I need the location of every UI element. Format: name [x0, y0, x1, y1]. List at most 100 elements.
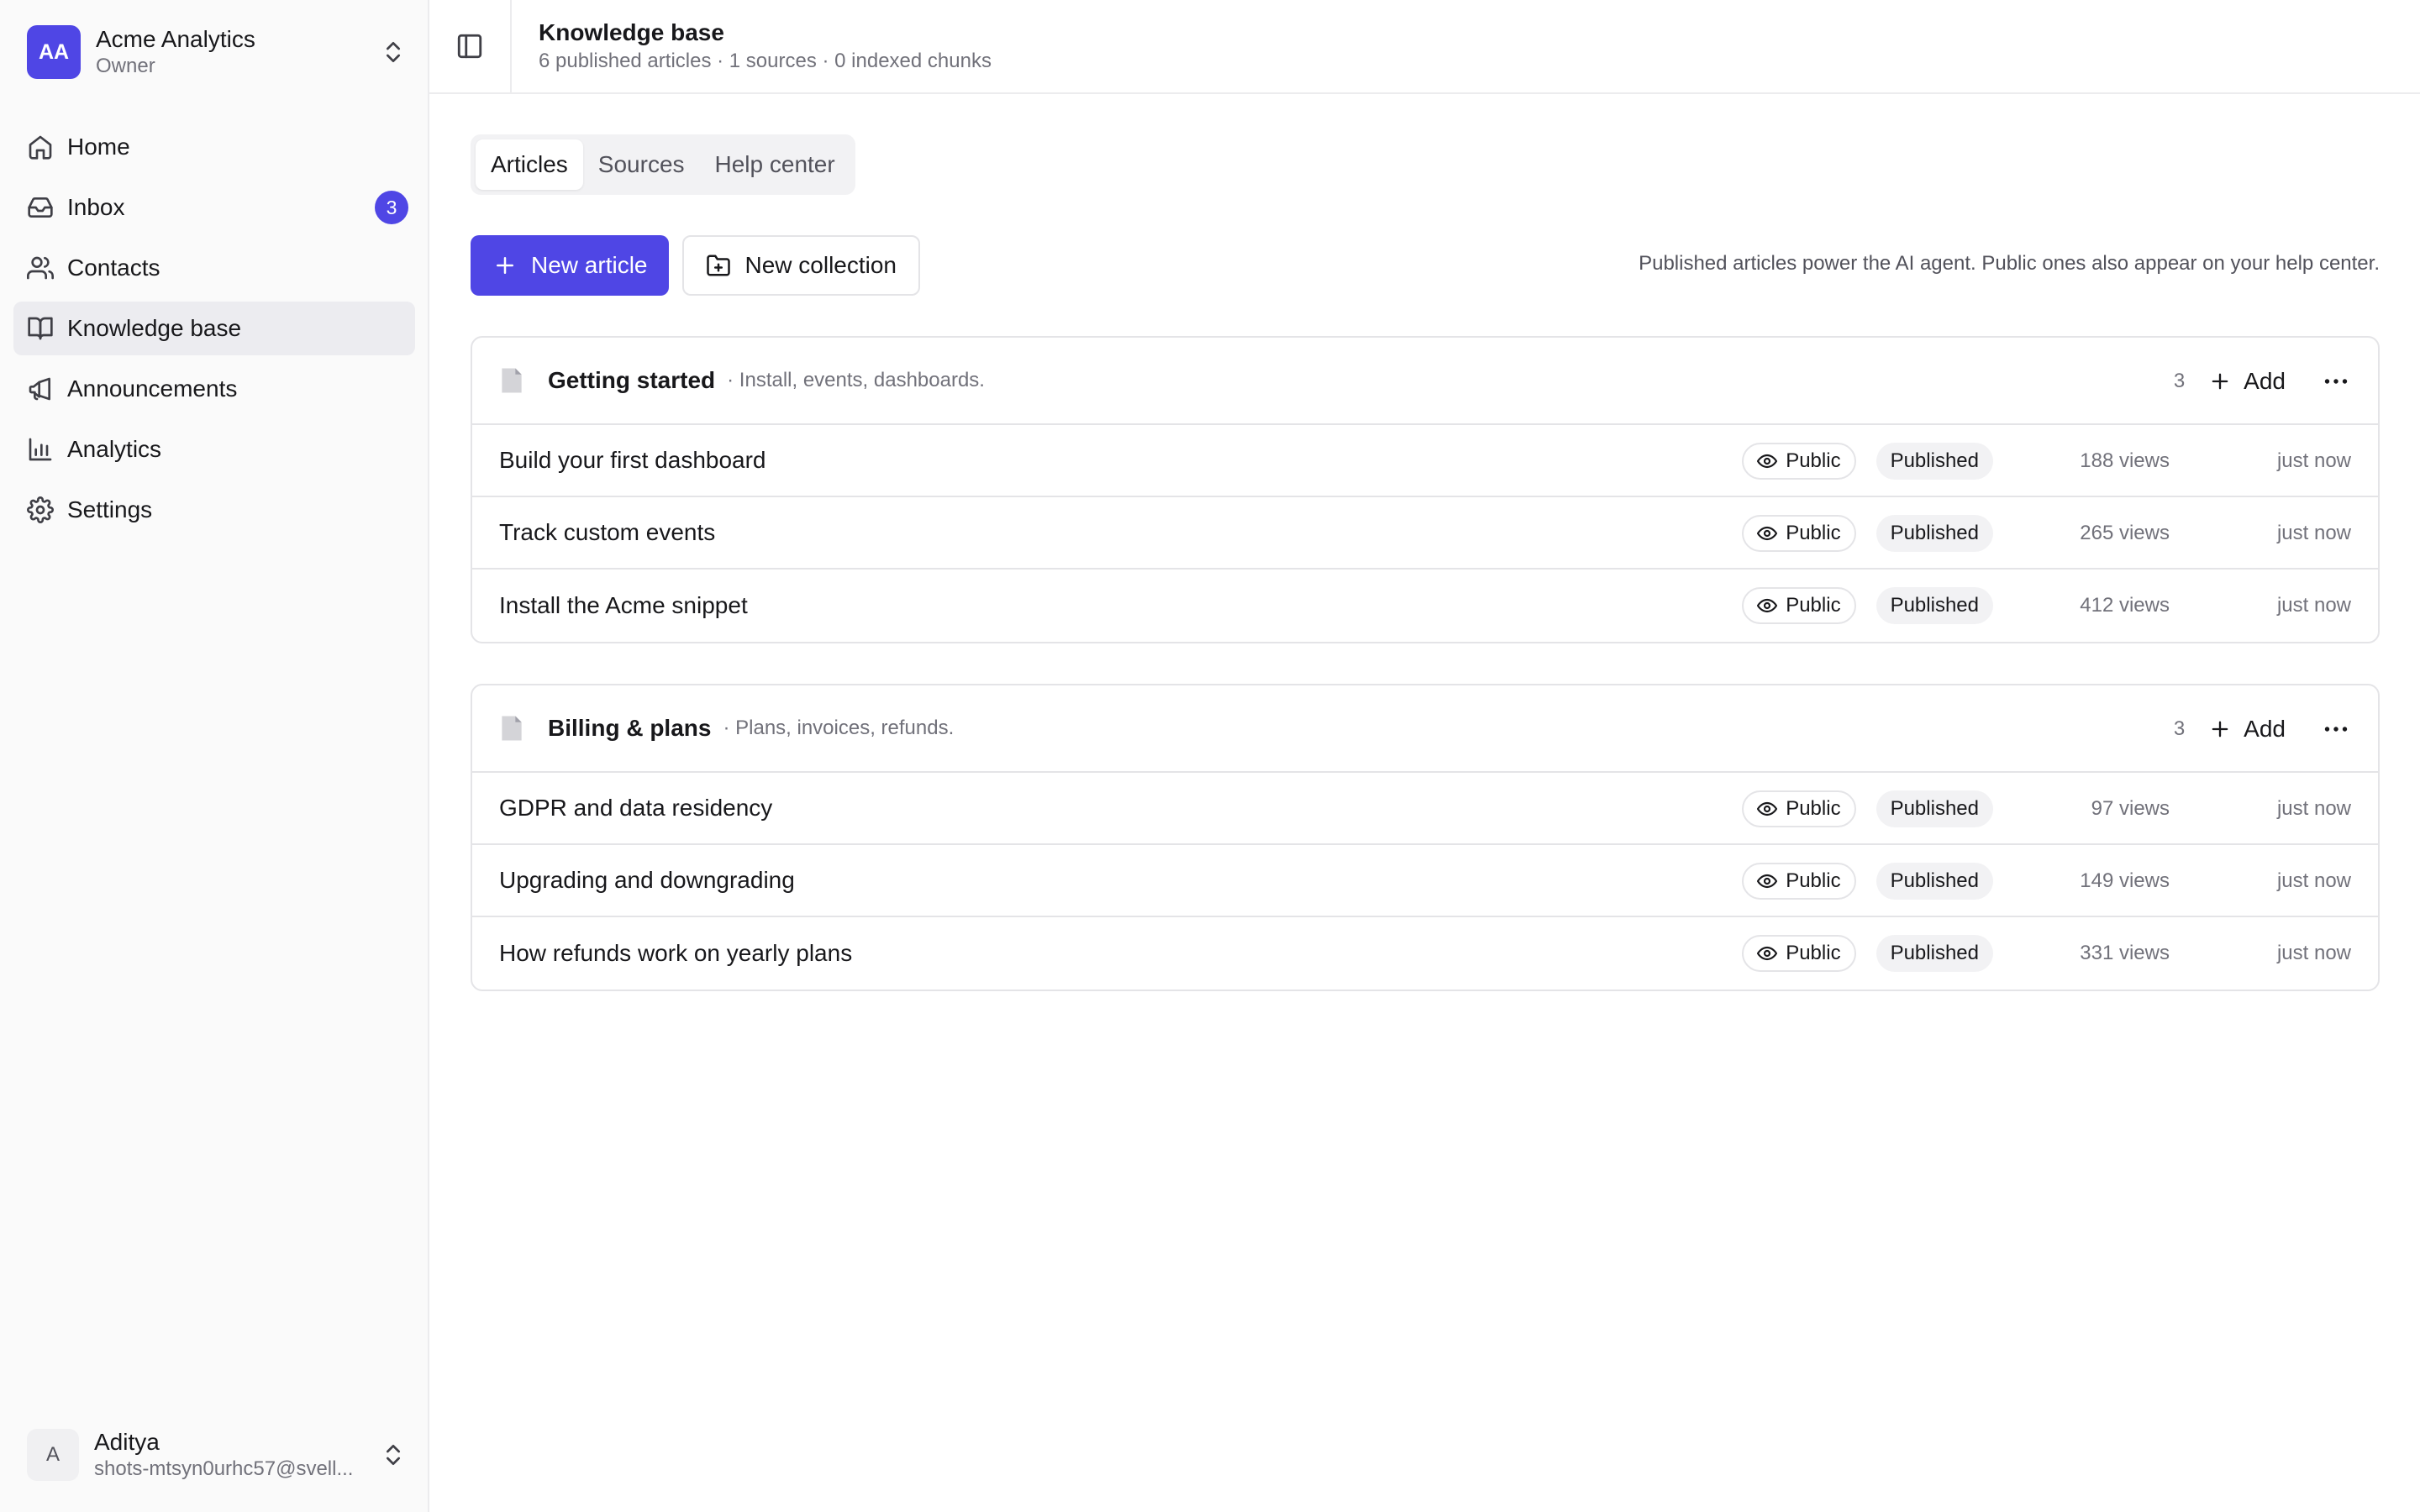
sidebar-nav: Home Inbox 3 Contacts Knowledge base Ann… — [13, 120, 415, 543]
eye-icon — [1757, 801, 1778, 816]
article-row[interactable]: Track custom events Public Published 265… — [472, 497, 2378, 570]
article-row[interactable]: Build your first dashboard Public Publis… — [472, 425, 2378, 497]
collection-card: Billing & plans · Plans, invoices, refun… — [471, 684, 2380, 991]
more-horizontal-icon[interactable] — [2321, 714, 2351, 744]
collection-description: · Install, events, dashboards. — [727, 369, 985, 391]
sidebar-item-label: Knowledge base — [67, 315, 242, 341]
plus-icon — [2212, 721, 2228, 738]
article-count: 3 — [2173, 370, 2186, 392]
new-collection-label: New collection — [744, 252, 897, 278]
top-bar: Knowledge base 6 published articles · 1 … — [429, 0, 2420, 94]
new-article-label: New article — [531, 252, 648, 278]
sidebar-item-label: Inbox — [67, 194, 125, 220]
sidebar-item-label: Settings — [67, 496, 153, 522]
chevrons-up-down-icon[interactable] — [380, 39, 407, 66]
eye-icon — [1757, 946, 1778, 961]
org-switcher[interactable]: AA Acme Analytics Owner — [27, 25, 407, 79]
add-article-button[interactable]: Add — [2208, 716, 2286, 743]
collection-header[interactable]: Getting started · Install, events, dashb… — [472, 338, 2378, 425]
sidebar-item-contacts[interactable]: Contacts — [13, 241, 415, 295]
action-bar: New article New collection — [471, 235, 921, 296]
visibility-badge: Public — [1742, 587, 1856, 624]
article-title: How refunds work on yearly plans — [499, 940, 853, 966]
updated-time: just now — [2276, 942, 2351, 964]
inbox-icon — [28, 197, 53, 218]
add-label: Add — [2244, 368, 2286, 394]
inbox-count-badge: 3 — [375, 191, 408, 224]
sidebar-item-label: Contacts — [67, 255, 160, 281]
sidebar-item-label: Home — [67, 134, 130, 160]
status-badge: Published — [1876, 515, 1993, 552]
sidebar-item-inbox[interactable]: Inbox 3 — [13, 181, 415, 234]
article-count: 3 — [2173, 717, 2186, 740]
updated-time: just now — [2276, 869, 2351, 892]
updated-time: just now — [2276, 449, 2351, 472]
user-email: shots-mtsyn0urhc57@svell... — [94, 1457, 354, 1480]
visibility-label: Public — [1786, 797, 1841, 820]
collection-header[interactable]: Billing & plans · Plans, invoices, refun… — [472, 685, 2378, 773]
sidebar-item-label: Analytics — [67, 436, 162, 462]
article-title: Build your first dashboard — [499, 447, 766, 473]
status-badge: Published — [1876, 790, 1993, 827]
user-menu[interactable]: A Aditya shots-mtsyn0urhc57@svell... — [27, 1428, 407, 1482]
main-content: Knowledge base 6 published articles · 1 … — [429, 0, 2420, 1512]
view-count: 265 views — [2080, 522, 2170, 544]
collection-name: Getting started — [548, 367, 716, 393]
sidebar-item-settings[interactable]: Settings — [13, 483, 415, 537]
document-icon — [502, 716, 522, 741]
visibility-badge: Public — [1742, 935, 1856, 972]
view-count: 188 views — [2080, 449, 2170, 472]
sidebar-toggle-button[interactable] — [429, 0, 512, 92]
sidebar-item-knowledge-base[interactable]: Knowledge base — [13, 302, 415, 355]
tab-help-center[interactable]: Help center — [700, 139, 850, 190]
visibility-badge: Public — [1742, 515, 1856, 552]
page-title: Knowledge base — [539, 19, 724, 45]
sidebar-item-announcements[interactable]: Announcements — [13, 362, 415, 416]
users-icon — [27, 256, 54, 280]
article-title: Install the Acme snippet — [499, 592, 748, 618]
document-icon — [502, 368, 522, 393]
page-subtitle: 6 published articles · 1 sources · 0 ind… — [539, 50, 992, 72]
visibility-badge: Public — [1742, 790, 1856, 827]
plus-icon — [497, 257, 513, 274]
add-article-button[interactable]: Add — [2208, 368, 2286, 395]
eye-icon — [1757, 874, 1778, 889]
visibility-label: Public — [1786, 869, 1841, 892]
more-horizontal-icon[interactable] — [2321, 366, 2351, 396]
view-count: 331 views — [2080, 942, 2170, 964]
tab-articles[interactable]: Articles — [476, 139, 583, 190]
add-label: Add — [2244, 716, 2286, 742]
article-row[interactable]: GDPR and data residency Public Published… — [472, 773, 2378, 845]
article-row[interactable]: How refunds work on yearly plans Public … — [472, 917, 2378, 990]
eye-icon — [1757, 598, 1778, 613]
sidebar-item-label: Announcements — [67, 375, 238, 402]
user-name: Aditya — [94, 1429, 160, 1455]
new-article-button[interactable]: New article — [471, 235, 670, 296]
visibility-label: Public — [1786, 594, 1841, 617]
article-title: Track custom events — [499, 519, 716, 545]
article-row[interactable]: Install the Acme snippet Public Publishe… — [472, 570, 2378, 642]
status-badge: Published — [1876, 443, 1993, 480]
new-collection-button[interactable]: New collection — [682, 235, 921, 296]
article-title: GDPR and data residency — [499, 795, 773, 821]
updated-time: just now — [2276, 522, 2351, 544]
sidebar-item-home[interactable]: Home — [13, 120, 415, 174]
collection-card: Getting started · Install, events, dashb… — [471, 336, 2380, 643]
updated-time: just now — [2276, 797, 2351, 820]
avatar: A — [27, 1429, 79, 1481]
status-badge: Published — [1876, 863, 1993, 900]
visibility-label: Public — [1786, 449, 1841, 472]
article-row[interactable]: Upgrading and downgrading Public Publish… — [472, 845, 2378, 917]
eye-icon — [1757, 454, 1778, 469]
tab-sources[interactable]: Sources — [583, 139, 700, 190]
sidebar-item-analytics[interactable]: Analytics — [13, 423, 415, 476]
chevrons-up-down-icon[interactable] — [380, 1441, 407, 1468]
org-avatar: AA — [27, 25, 81, 79]
book-icon — [28, 317, 53, 340]
folder-plus-icon — [707, 255, 731, 276]
panel-left-icon — [457, 34, 482, 59]
sidebar: AA Acme Analytics Owner Home Inbox 3 Con… — [0, 0, 429, 1512]
view-count: 412 views — [2080, 594, 2170, 617]
view-count: 149 views — [2080, 869, 2170, 892]
org-name: Acme Analytics — [96, 26, 255, 52]
